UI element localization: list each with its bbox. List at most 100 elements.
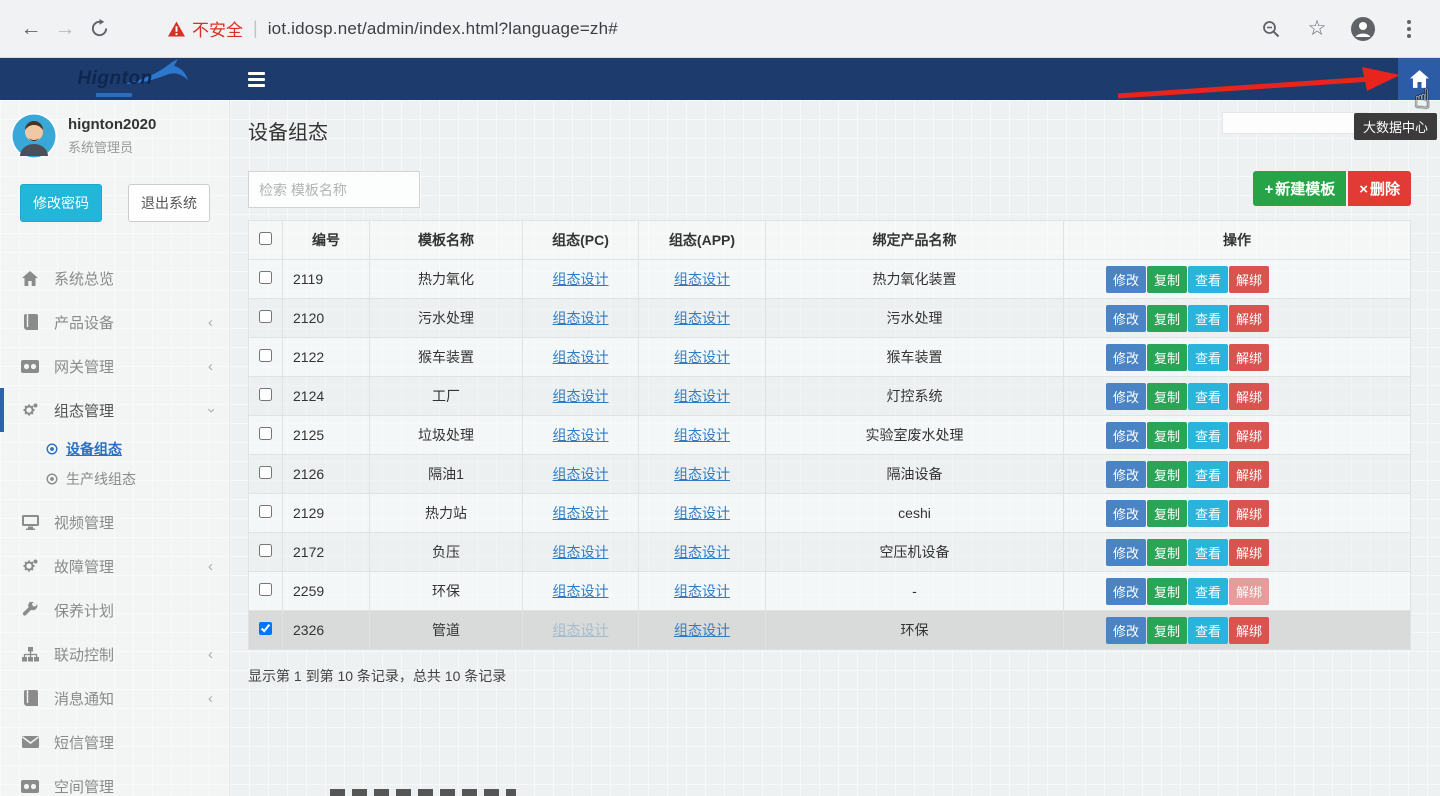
sidebar-subitem-3-1[interactable]: 生产线组态 [0, 464, 229, 494]
row-checkbox[interactable] [259, 271, 272, 284]
action-unbind-button[interactable]: 解绑 [1229, 578, 1269, 605]
browser-menu-icon[interactable] [1392, 20, 1426, 38]
reload-icon[interactable] [82, 12, 116, 46]
action-modify-button[interactable]: 修改 [1106, 266, 1146, 293]
app-design-link[interactable]: 组态设计 [674, 310, 730, 326]
search-input[interactable] [248, 171, 420, 208]
action-unbind-button[interactable]: 解绑 [1229, 617, 1269, 644]
sidebar-subitem-3-0[interactable]: 设备组态 [0, 434, 229, 464]
pc-design-link[interactable]: 组态设计 [553, 544, 609, 560]
pc-design-link[interactable]: 组态设计 [553, 310, 609, 326]
app-design-link[interactable]: 组态设计 [674, 622, 730, 638]
action-unbind-button[interactable]: 解绑 [1229, 500, 1269, 527]
action-modify-button[interactable]: 修改 [1106, 344, 1146, 371]
action-view-button[interactable]: 查看 [1188, 500, 1228, 527]
app-design-link[interactable]: 组态设计 [674, 583, 730, 599]
new-template-button[interactable]: +新建模板 [1253, 171, 1346, 206]
action-unbind-button[interactable]: 解绑 [1229, 305, 1269, 332]
action-view-button[interactable]: 查看 [1188, 422, 1228, 449]
action-unbind-button[interactable]: 解绑 [1229, 344, 1269, 371]
action-modify-button[interactable]: 修改 [1106, 617, 1146, 644]
sidebar-item-2[interactable]: 网关管理‹ [0, 344, 229, 388]
sidebar-item-5[interactable]: 故障管理‹ [0, 544, 229, 588]
action-view-button[interactable]: 查看 [1188, 266, 1228, 293]
action-modify-button[interactable]: 修改 [1106, 305, 1146, 332]
action-modify-button[interactable]: 修改 [1106, 461, 1146, 488]
pc-design-link[interactable]: 组态设计 [553, 349, 609, 365]
app-design-link[interactable]: 组态设计 [674, 271, 730, 287]
action-copy-button[interactable]: 复制 [1147, 305, 1187, 332]
row-checkbox[interactable] [259, 622, 272, 635]
pc-design-link[interactable]: 组态设计 [553, 271, 609, 287]
security-warning-label[interactable]: 不安全 [192, 16, 243, 41]
sidebar-item-8[interactable]: 消息通知‹ [0, 676, 229, 720]
row-checkbox[interactable] [259, 349, 272, 362]
row-checkbox[interactable] [259, 505, 272, 518]
select-all-checkbox[interactable] [259, 232, 272, 245]
action-modify-button[interactable]: 修改 [1106, 422, 1146, 449]
sidebar-item-7[interactable]: 联动控制‹ [0, 632, 229, 676]
pc-design-link[interactable]: 组态设计 [553, 466, 609, 482]
sidebar-item-0[interactable]: 系统总览 [0, 256, 229, 300]
action-view-button[interactable]: 查看 [1188, 383, 1228, 410]
action-unbind-button[interactable]: 解绑 [1229, 266, 1269, 293]
pc-design-link[interactable]: 组态设计 [553, 583, 609, 599]
action-unbind-button[interactable]: 解绑 [1229, 539, 1269, 566]
action-modify-button[interactable]: 修改 [1106, 383, 1146, 410]
zoom-out-icon[interactable] [1254, 12, 1288, 46]
back-icon[interactable]: ← [14, 12, 48, 46]
app-design-link[interactable]: 组态设计 [674, 466, 730, 482]
row-checkbox[interactable] [259, 427, 272, 440]
forward-icon[interactable]: → [48, 12, 82, 46]
action-modify-button[interactable]: 修改 [1106, 578, 1146, 605]
row-checkbox[interactable] [259, 388, 272, 401]
address-bar[interactable]: 不安全 | iot.idosp.net/admin/index.html?lan… [168, 16, 1254, 41]
row-checkbox[interactable] [259, 466, 272, 479]
app-design-link[interactable]: 组态设计 [674, 544, 730, 560]
delete-button[interactable]: ×删除 [1348, 171, 1411, 206]
pc-design-link[interactable]: 组态设计 [553, 427, 609, 443]
row-checkbox[interactable] [259, 544, 272, 557]
action-copy-button[interactable]: 复制 [1147, 266, 1187, 293]
row-checkbox[interactable] [259, 310, 272, 323]
user-avatar[interactable] [10, 112, 58, 160]
action-view-button[interactable]: 查看 [1188, 617, 1228, 644]
action-copy-button[interactable]: 复制 [1147, 500, 1187, 527]
action-view-button[interactable]: 查看 [1188, 539, 1228, 566]
action-view-button[interactable]: 查看 [1188, 578, 1228, 605]
action-view-button[interactable]: 查看 [1188, 344, 1228, 371]
hamburger-menu-icon[interactable] [230, 58, 276, 100]
action-copy-button[interactable]: 复制 [1147, 578, 1187, 605]
sidebar-item-10[interactable]: 空间管理 [0, 764, 229, 796]
url-text[interactable]: iot.idosp.net/admin/index.html?language=… [268, 19, 618, 39]
sidebar-item-4[interactable]: 视频管理 [0, 500, 229, 544]
action-copy-button[interactable]: 复制 [1147, 383, 1187, 410]
app-design-link[interactable]: 组态设计 [674, 427, 730, 443]
row-checkbox[interactable] [259, 583, 272, 596]
action-view-button[interactable]: 查看 [1188, 461, 1228, 488]
action-modify-button[interactable]: 修改 [1106, 539, 1146, 566]
sidebar-item-1[interactable]: 产品设备‹ [0, 300, 229, 344]
pc-design-link[interactable]: 组态设计 [553, 388, 609, 404]
sidebar-item-6[interactable]: 保养计划 [0, 588, 229, 632]
pc-design-link[interactable]: 组态设计 [553, 505, 609, 521]
action-unbind-button[interactable]: 解绑 [1229, 383, 1269, 410]
action-view-button[interactable]: 查看 [1188, 305, 1228, 332]
logout-button[interactable]: 退出系统 [128, 184, 210, 222]
action-unbind-button[interactable]: 解绑 [1229, 422, 1269, 449]
action-copy-button[interactable]: 复制 [1147, 461, 1187, 488]
action-unbind-button[interactable]: 解绑 [1229, 461, 1269, 488]
pc-design-link[interactable]: 组态设计 [553, 622, 609, 638]
sidebar-item-9[interactable]: 短信管理 [0, 720, 229, 764]
action-copy-button[interactable]: 复制 [1147, 344, 1187, 371]
app-design-link[interactable]: 组态设计 [674, 388, 730, 404]
change-password-button[interactable]: 修改密码 [20, 184, 102, 222]
action-copy-button[interactable]: 复制 [1147, 539, 1187, 566]
bookmark-star-icon[interactable]: ☆ [1300, 16, 1334, 41]
sidebar-item-3[interactable]: 组态管理‹ [0, 388, 229, 432]
profile-avatar-icon[interactable] [1346, 12, 1380, 46]
action-copy-button[interactable]: 复制 [1147, 617, 1187, 644]
action-copy-button[interactable]: 复制 [1147, 422, 1187, 449]
app-design-link[interactable]: 组态设计 [674, 505, 730, 521]
action-modify-button[interactable]: 修改 [1106, 500, 1146, 527]
